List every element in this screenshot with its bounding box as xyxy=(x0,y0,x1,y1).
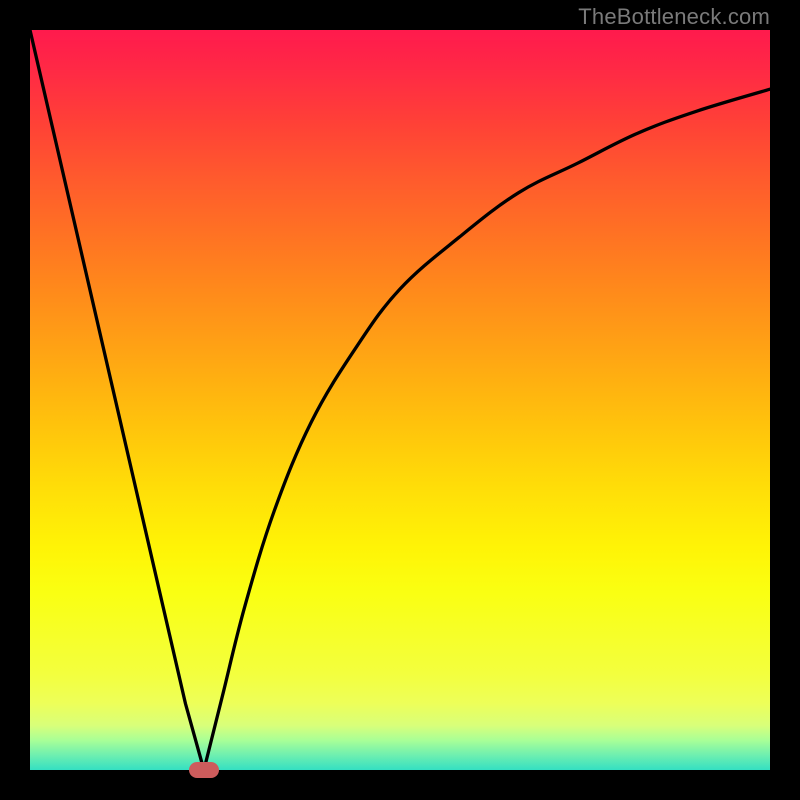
plot-area xyxy=(30,30,770,770)
chart-frame: TheBottleneck.com xyxy=(0,0,800,800)
minimum-marker xyxy=(189,762,219,778)
curve-left-branch xyxy=(30,30,204,770)
curve-right-branch xyxy=(204,89,770,770)
attribution-text: TheBottleneck.com xyxy=(578,4,770,30)
bottleneck-curve xyxy=(30,30,770,770)
